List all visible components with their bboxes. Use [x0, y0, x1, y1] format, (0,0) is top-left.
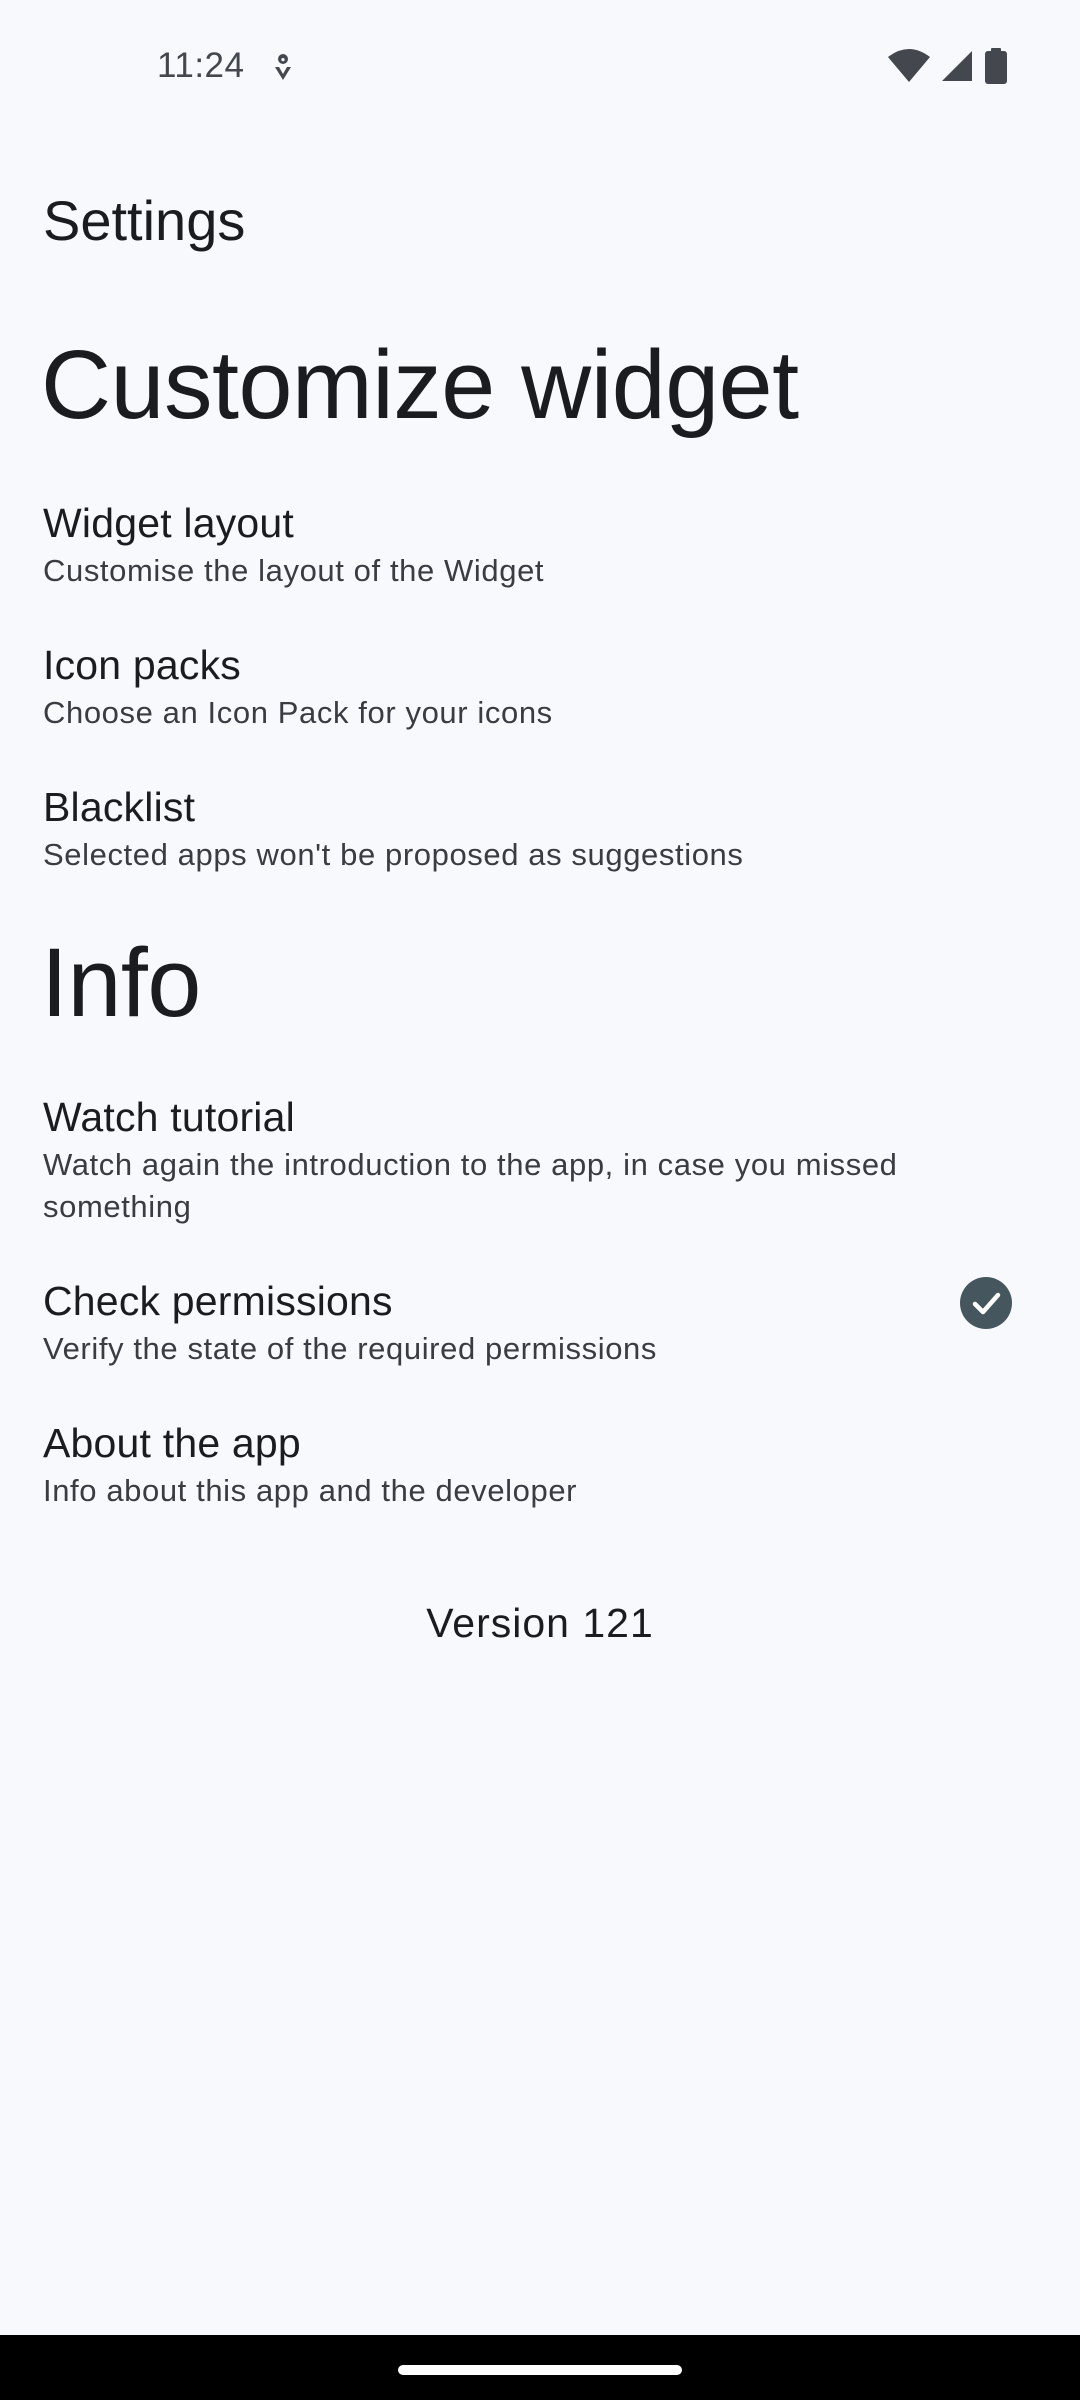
status-bar: 11:24: [0, 0, 1080, 136]
check-circle-icon: [960, 1277, 1012, 1329]
pref-summary: Customise the layout of the Widget: [43, 553, 545, 588]
section-header-info: Info: [41, 928, 201, 1037]
pref-icon-packs[interactable]: Icon packs Choose an Icon Pack for your …: [0, 632, 1080, 752]
pref-summary: Choose an Icon Pack for your icons: [43, 695, 553, 730]
pref-title: About the app: [43, 1420, 301, 1466]
section-header-customize: Customize widget: [41, 330, 799, 439]
wifi-icon: [888, 49, 930, 82]
pref-title: Widget layout: [43, 500, 295, 546]
pref-widget-layout[interactable]: Widget layout Customise the layout of th…: [0, 490, 1080, 610]
status-icons: [888, 48, 1008, 84]
pref-title: Watch tutorial: [43, 1094, 295, 1140]
pref-title: Icon packs: [43, 642, 241, 688]
pref-summary: Verify the state of the required permiss…: [43, 1331, 657, 1366]
page-title: Settings: [43, 189, 246, 252]
pref-check-permissions[interactable]: Check permissions Verify the state of th…: [0, 1268, 1080, 1388]
pref-summary: Info about this app and the developer: [43, 1473, 578, 1508]
status-time: 11:24: [157, 46, 245, 85]
pref-title: Blacklist: [43, 784, 196, 830]
pref-summary: Selected apps won't be proposed as sugge…: [43, 837, 744, 872]
location-icon: [275, 54, 291, 80]
pref-summary: Watch again the introduction to the app,…: [43, 1147, 898, 1224]
signal-icon: [942, 51, 972, 81]
version-label: Version 121: [426, 1600, 654, 1646]
pref-title: Check permissions: [43, 1278, 393, 1324]
navigation-bar: [0, 2335, 1080, 2400]
home-gesture-handle[interactable]: [398, 2365, 682, 2375]
pref-about-app[interactable]: About the app Info about this app and th…: [0, 1410, 1080, 1530]
battery-icon: [985, 48, 1007, 84]
pref-blacklist[interactable]: Blacklist Selected apps won't be propose…: [0, 774, 1080, 894]
checkmark-icon: [972, 1292, 1001, 1315]
pref-watch-tutorial[interactable]: Watch tutorial Watch again the introduct…: [0, 1084, 1080, 1244]
